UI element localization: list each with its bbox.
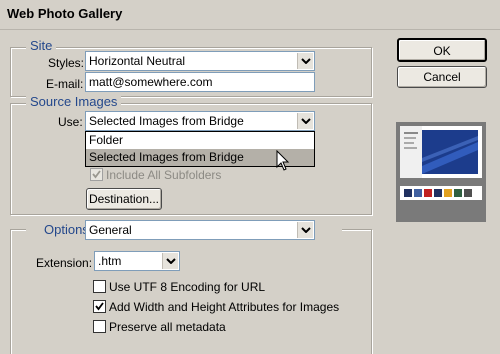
gallery-preview-image bbox=[396, 122, 486, 222]
styles-label: Styles: bbox=[48, 56, 85, 70]
include-subfolders-label: Include All Subfolders bbox=[106, 168, 222, 182]
email-label: E-mail: bbox=[46, 77, 84, 91]
checkmark-icon bbox=[92, 170, 101, 179]
use-label: Use: bbox=[58, 115, 83, 129]
email-field-value: matt@somewhere.com bbox=[89, 75, 213, 89]
options-section-value: General bbox=[89, 223, 132, 237]
utf8-label: Use UTF 8 Encoding for URL bbox=[109, 280, 266, 294]
utf8-checkbox[interactable] bbox=[93, 280, 106, 293]
preserve-metadata-checkbox[interactable] bbox=[93, 320, 106, 333]
include-subfolders-checkbox[interactable] bbox=[90, 168, 103, 181]
email-field[interactable]: matt@somewhere.com bbox=[85, 72, 315, 92]
mouse-cursor-icon bbox=[276, 150, 290, 171]
title-bar[interactable]: Web Photo Gallery bbox=[0, 0, 500, 30]
extension-select-value: .htm bbox=[98, 254, 122, 268]
preserve-metadata-label: Preserve all metadata bbox=[109, 320, 226, 334]
cancel-button[interactable]: Cancel bbox=[397, 66, 487, 88]
gallery-preview bbox=[396, 122, 486, 222]
options-dropdown-arrow[interactable] bbox=[297, 222, 313, 238]
extension-select[interactable]: .htm bbox=[94, 251, 180, 271]
use-select[interactable]: Selected Images from Bridge bbox=[85, 111, 315, 131]
width-height-label: Add Width and Height Attributes for Imag… bbox=[109, 300, 340, 314]
site-legend: Site bbox=[26, 39, 57, 53]
ok-button[interactable]: OK bbox=[397, 38, 487, 62]
width-height-checkbox[interactable] bbox=[93, 300, 106, 313]
styles-select[interactable]: Horizontal Neutral bbox=[85, 51, 315, 71]
extension-dropdown-arrow[interactable] bbox=[162, 253, 178, 269]
styles-select-value: Horizontal Neutral bbox=[89, 54, 186, 68]
destination-button[interactable]: Destination... bbox=[86, 188, 162, 210]
chevron-down-icon bbox=[300, 227, 311, 233]
use-dropdown-arrow[interactable] bbox=[297, 113, 313, 129]
extension-label: Extension: bbox=[36, 256, 93, 270]
dropdown-option-folder[interactable]: Folder bbox=[86, 132, 314, 149]
chevron-down-icon bbox=[165, 258, 176, 264]
chevron-down-icon bbox=[300, 118, 311, 124]
window-title: Web Photo Gallery bbox=[7, 6, 123, 21]
options-section-select[interactable]: General bbox=[85, 220, 315, 240]
checkmark-icon bbox=[95, 302, 104, 311]
use-select-value: Selected Images from Bridge bbox=[89, 114, 244, 128]
source-images-legend: Source Images bbox=[26, 95, 122, 109]
chevron-down-icon bbox=[300, 58, 311, 64]
styles-dropdown-arrow[interactable] bbox=[297, 53, 313, 69]
